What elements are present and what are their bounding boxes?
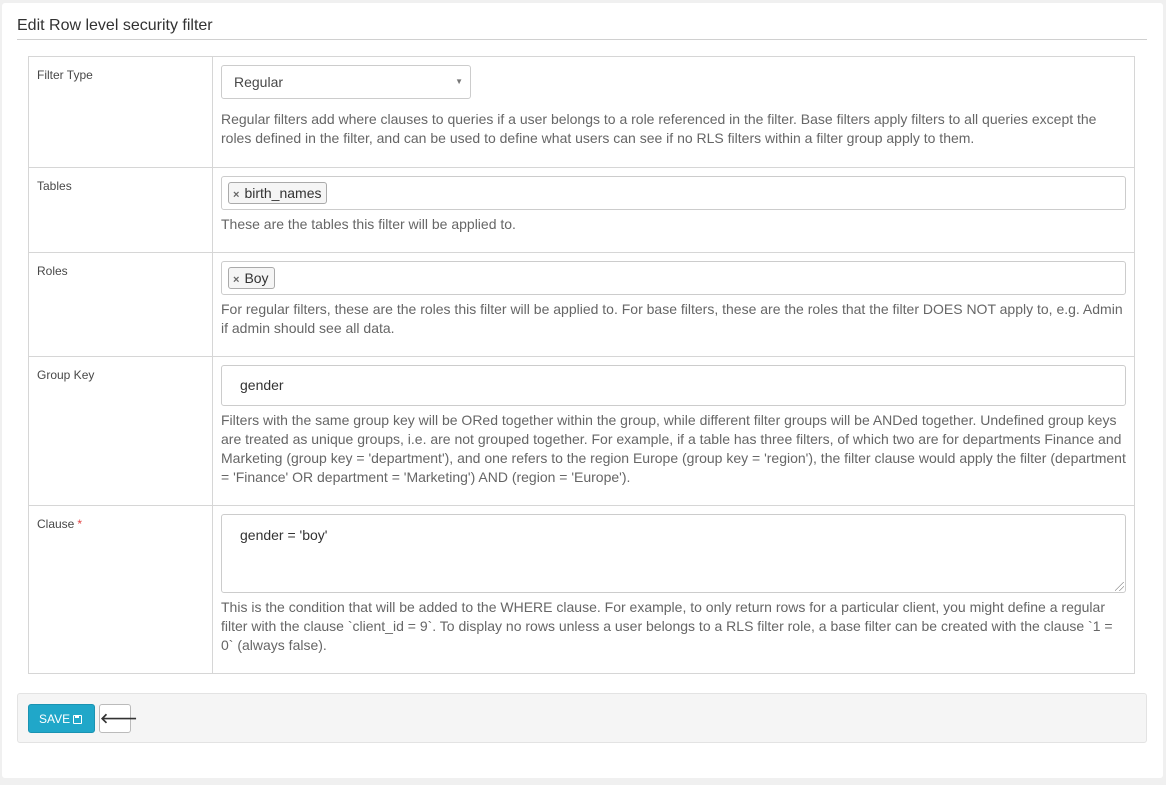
title-divider [17,39,1147,40]
edit-panel: Edit Row level security filter Filter Ty… [2,3,1163,778]
arrow-left-icon: 🡐 [100,711,138,727]
tables-help: These are the tables this filter will be… [221,216,516,232]
filter-type-selected-value: Regular [234,74,284,90]
tag-birth-names: × birth_names [228,182,328,204]
clause-value: gender = 'boy' [240,527,328,543]
tag-label: Boy [244,270,269,286]
clause-textarea[interactable]: gender = 'boy' [221,514,1126,593]
filter-type-select[interactable]: Regular ▼ [221,65,471,99]
save-button[interactable]: SAVE [28,704,95,733]
remove-tag-icon[interactable]: × [233,189,239,201]
row-group-key: Group Key gender Filters with the same g… [28,356,1135,506]
roles-multiselect[interactable]: × Boy [221,261,1126,295]
tag-boy: × Boy [228,267,275,289]
filter-type-help: Regular filters add where clauses to que… [221,111,1097,146]
floppy-disk-icon [73,715,83,724]
roles-help: For regular filters, these are the roles… [221,301,1123,336]
row-tables: Tables × birth_names These are the tables… [28,167,1135,253]
required-marker: * [77,517,83,531]
filter-type-label-text: Filter Type [37,68,93,82]
group-key-input[interactable]: gender [221,365,1126,406]
save-button-label: SAVE [39,712,71,726]
resize-handle-icon[interactable] [1115,582,1124,591]
row-clause: Clause * gender = 'boy' This is the condi… [28,505,1135,674]
caret-down-icon: ▼ [455,77,463,86]
back-button[interactable]: 🡐 [99,704,138,733]
clause-help: This is the condition that will be added… [221,599,1113,653]
remove-tag-icon[interactable]: × [233,274,239,286]
tables-label: Tables [37,179,72,193]
clause-label: Clause [37,517,75,531]
filter-type-label: Filter Type [28,56,213,168]
group-key-help: Filters with the same group key will be … [221,412,1126,485]
form-actions: SAVE 🡐 [17,693,1147,743]
edit-form: Filter Type Regular ▼ Regular filters ad… [28,56,1135,674]
tag-label: birth_names [244,185,322,201]
row-filter-type: Filter Type Regular ▼ Regular filters ad… [28,56,1135,168]
row-roles: Roles × Boy For regular filters, these ar… [28,252,1135,357]
group-key-label: Group Key [37,368,95,382]
tables-multiselect[interactable]: × birth_names [221,176,1126,210]
roles-label: Roles [37,264,68,278]
page-title: Edit Row level security filter [17,17,213,34]
